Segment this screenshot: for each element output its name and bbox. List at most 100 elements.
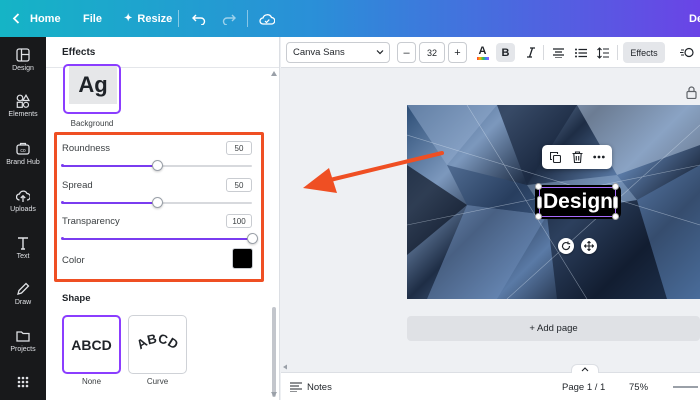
pen-icon: [17, 282, 30, 295]
left-rail: Design Elements co Brand Hub Uploads Tex…: [0, 37, 46, 400]
file-label: File: [83, 12, 102, 25]
svg-text:co: co: [20, 148, 26, 154]
toolbar-divider: [617, 45, 618, 60]
lock-icon[interactable]: [686, 86, 697, 99]
zoom-slider-stub[interactable]: [673, 373, 698, 400]
collapse-pages-tab[interactable]: [571, 364, 599, 373]
rail-label: Elements: [8, 111, 38, 118]
list-button[interactable]: [571, 43, 590, 62]
move-button[interactable]: [581, 238, 597, 254]
notes-label: Notes: [307, 381, 332, 393]
brand-icon: co: [16, 142, 30, 155]
align-button[interactable]: [549, 43, 568, 62]
shape-curve-label: Curve: [146, 377, 169, 386]
scroll-down-icon[interactable]: [271, 392, 277, 397]
file-menu[interactable]: File: [83, 0, 102, 37]
resize-button[interactable]: ✦ Resize: [124, 0, 172, 37]
background-label: Background: [70, 119, 114, 128]
zoom-track: [673, 386, 698, 388]
rail-item-apps[interactable]: [0, 375, 46, 392]
topbar-right-label[interactable]: De: [689, 0, 700, 37]
topbar-right-text: De: [689, 12, 700, 25]
home-button[interactable]: Home: [12, 0, 61, 37]
rail-item-text[interactable]: Text: [0, 236, 46, 260]
align-center-icon: [553, 47, 564, 58]
rail-item-draw[interactable]: Draw: [0, 282, 46, 306]
layout-icon: [16, 48, 30, 62]
notes-icon: [290, 382, 302, 392]
top-bar: Home File ✦ Resize De: [0, 0, 700, 37]
scroll-up-icon[interactable]: [271, 71, 277, 76]
panel-scrollbar[interactable]: [272, 307, 276, 397]
rail-item-elements[interactable]: Elements: [0, 94, 46, 118]
resize-handle-left[interactable]: [537, 196, 542, 209]
shape-curve-card[interactable]: ABCD: [128, 315, 187, 374]
rail-label: Text: [16, 253, 30, 260]
trash-icon: [572, 151, 582, 163]
bold-button[interactable]: B: [496, 43, 515, 62]
chevron-up-icon: [581, 366, 589, 371]
chevron-down-icon: [376, 50, 384, 55]
shape-none-card[interactable]: ABCD: [62, 315, 121, 374]
spacing-button[interactable]: [593, 43, 612, 62]
font-size-stepper: – 32 +: [397, 42, 467, 63]
sparkle-icon: ✦: [124, 13, 133, 24]
rail-item-projects[interactable]: Projects: [0, 329, 46, 353]
rail-item-uploads[interactable]: Uploads: [0, 189, 46, 213]
text-color-button[interactable]: A: [473, 43, 492, 62]
zoom-level[interactable]: 75%: [629, 373, 648, 400]
duplicate-button[interactable]: [547, 149, 563, 165]
curve-text-preview: ABCD: [134, 330, 181, 351]
selection-box: [539, 187, 616, 217]
rotate-button[interactable]: [558, 238, 574, 254]
background-effect-card[interactable]: Ag: [63, 64, 121, 114]
font-family-value: Canva Sans: [293, 47, 345, 58]
upload-icon: [16, 190, 30, 202]
font-family-select[interactable]: Canva Sans: [286, 42, 390, 63]
notes-button[interactable]: Notes: [290, 373, 332, 400]
move-icon: [584, 241, 594, 251]
cloud-save-status[interactable]: [259, 0, 275, 37]
font-size-input[interactable]: 32: [419, 42, 445, 63]
font-size-increase-button[interactable]: +: [448, 42, 467, 63]
text-color-glyph: A: [478, 44, 487, 57]
svg-text:ABCD: ABCD: [134, 330, 181, 351]
shape-none-preview: ABCD: [71, 336, 112, 353]
rail-label: Projects: [10, 346, 36, 353]
italic-button[interactable]: [521, 43, 540, 62]
animate-icon: [679, 47, 694, 58]
animate-button[interactable]: [677, 43, 696, 62]
line-spacing-icon: [596, 46, 609, 59]
home-label: Home: [30, 12, 61, 25]
more-icon: [593, 155, 605, 159]
shape-section-title: Shape: [62, 293, 91, 304]
add-page-button[interactable]: + Add page: [407, 316, 700, 341]
undo-icon: [192, 14, 206, 25]
rail-label: Uploads: [10, 206, 36, 213]
undo-button[interactable]: [192, 0, 206, 37]
toolbar-divider: [543, 45, 544, 60]
element-context-menu: [542, 145, 612, 169]
redo-button[interactable]: [222, 0, 236, 37]
resize-handle-top-left[interactable]: [535, 183, 542, 190]
rail-item-design[interactable]: Design: [0, 48, 46, 72]
delete-button[interactable]: [569, 149, 585, 165]
resize-handle-right[interactable]: [613, 196, 618, 209]
annotation-highlight-box: [54, 132, 264, 282]
horizontal-scrollbar[interactable]: [283, 364, 700, 370]
grid-icon: [17, 376, 29, 388]
zoom-label: 75%: [629, 381, 649, 393]
list-icon: [574, 48, 587, 57]
font-size-decrease-button[interactable]: –: [397, 42, 416, 63]
more-options-button[interactable]: [591, 149, 607, 165]
resize-handle-bottom-left[interactable]: [535, 213, 542, 220]
resize-handle-bottom-right[interactable]: [612, 213, 619, 220]
page-indicator[interactable]: Page 1 / 1: [562, 373, 605, 400]
effects-panel: Effects Ag Background Roundness 50 Sprea…: [46, 37, 280, 400]
resize-handle-top-right[interactable]: [612, 183, 619, 190]
rail-label: Draw: [14, 299, 32, 306]
duplicate-icon: [549, 151, 561, 163]
effects-button[interactable]: Effects: [623, 42, 665, 63]
panel-title: Effects: [62, 47, 96, 58]
rail-item-brand-hub[interactable]: co Brand Hub: [0, 142, 46, 166]
